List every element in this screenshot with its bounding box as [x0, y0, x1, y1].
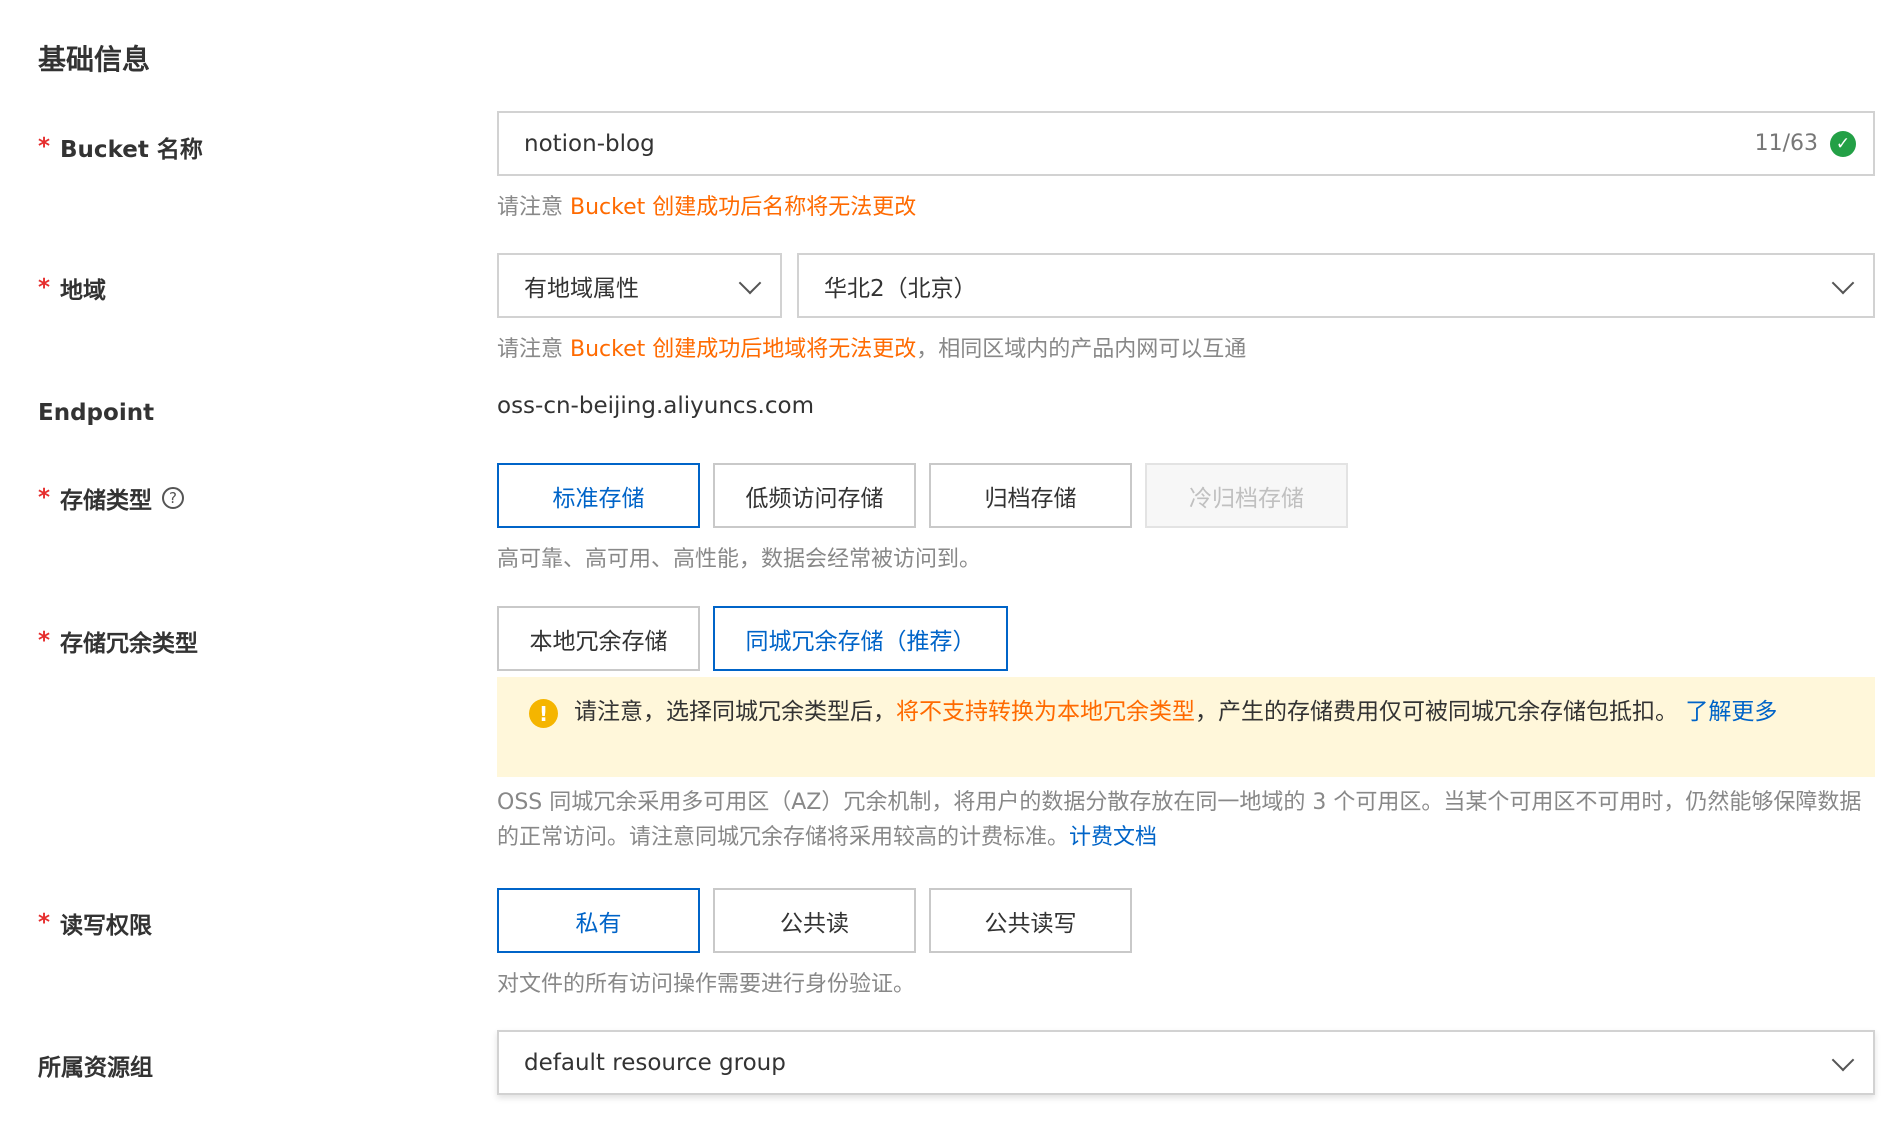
- acl-option-public-read[interactable]: 公共读: [713, 888, 916, 953]
- exclamation-circle-icon: !: [529, 699, 558, 728]
- acl-hint: 对文件的所有访问操作需要进行身份验证。: [497, 972, 916, 997]
- region-label: * 地域: [38, 271, 106, 305]
- storage-class-label: * 存储类型 ?: [38, 481, 185, 515]
- chevron-down-icon: [1831, 271, 1855, 294]
- check-circle-icon: ✓: [1830, 130, 1856, 157]
- bucket-name-label-text: Bucket 名称: [60, 137, 203, 163]
- storage-class-option-archive[interactable]: 归档存储: [929, 463, 1132, 528]
- region-hint-prefix: 请注意: [497, 337, 570, 362]
- redundancy-label-text: 存储冗余类型: [60, 631, 199, 657]
- learn-more-link[interactable]: 了解更多: [1685, 699, 1777, 725]
- chevron-down-icon: [1831, 1048, 1855, 1071]
- redundancy-label: * 存储冗余类型: [38, 624, 198, 658]
- alert-warning: 将不支持转换为本地冗余类型: [896, 699, 1195, 725]
- redundancy-note: OSS 同城冗余采用多可用区（AZ）冗余机制，将用户的数据分散存放在同一地域的 …: [497, 785, 1877, 855]
- endpoint-label-text: Endpoint: [38, 400, 155, 426]
- endpoint-value: oss-cn-beijing.aliyuncs.com: [497, 393, 814, 419]
- region-value: 华北2（北京）: [824, 275, 977, 302]
- acl-label-text: 读写权限: [60, 913, 153, 939]
- acl-label: * 读写权限: [38, 906, 152, 940]
- billing-doc-link[interactable]: 计费文档: [1069, 825, 1157, 850]
- bucket-name-hint-warning: Bucket 创建成功后名称将无法更改: [570, 195, 917, 220]
- storage-class-hint: 高可靠、高可用、高性能，数据会经常被访问到。: [497, 547, 982, 572]
- region-label-text: 地域: [60, 278, 107, 304]
- region-hint-warning: Bucket 创建成功后地域将无法更改: [570, 337, 917, 362]
- region-hint: 请注意 Bucket 创建成功后地域将无法更改，相同区域内的产品内网可以互通: [497, 331, 1246, 363]
- alert-prefix: 请注意，选择同城冗余类型后，: [574, 699, 896, 725]
- storage-class-label-text: 存储类型: [60, 488, 153, 514]
- region-type-value: 有地域属性: [524, 275, 639, 302]
- redundancy-option-zrs[interactable]: 同城冗余存储（推荐）: [713, 606, 1008, 671]
- bucket-name-value: notion-blog: [524, 130, 655, 157]
- redundancy-note-text: OSS 同城冗余采用多可用区（AZ）冗余机制，将用户的数据分散存放在同一地域的 …: [497, 790, 1862, 850]
- help-circle-icon[interactable]: ?: [162, 487, 185, 509]
- region-select[interactable]: 华北2（北京）: [797, 253, 1875, 318]
- resource-group-label: 所属资源组: [38, 1048, 153, 1082]
- acl-option-private[interactable]: 私有: [497, 888, 700, 953]
- storage-class-option-ia[interactable]: 低频访问存储: [713, 463, 916, 528]
- redundancy-alert: ! 请注意，选择同城冗余类型后，将不支持转换为本地冗余类型，产生的存储费用仅可被…: [497, 677, 1875, 777]
- chevron-down-icon: [738, 271, 762, 294]
- required-mark: *: [38, 485, 51, 511]
- endpoint-label: Endpoint: [38, 400, 154, 426]
- resource-group-value: default resource group: [524, 1049, 786, 1076]
- redundancy-option-lrs[interactable]: 本地冗余存储: [497, 606, 700, 671]
- resource-group-select[interactable]: default resource group: [497, 1030, 1875, 1095]
- alert-suffix: ，产生的存储费用仅可被同城冗余存储包抵扣。: [1195, 699, 1678, 725]
- bucket-name-label: * Bucket 名称: [38, 130, 203, 164]
- required-mark: *: [38, 910, 51, 936]
- section-title: 基础信息: [38, 43, 151, 76]
- bucket-name-hint: 请注意 Bucket 创建成功后名称将无法更改: [497, 189, 916, 221]
- region-hint-suffix: ，相同区域内的产品内网可以互通: [916, 337, 1247, 362]
- bucket-name-hint-prefix: 请注意: [497, 195, 570, 220]
- required-mark: *: [38, 628, 51, 654]
- redundancy-alert-text: 请注意，选择同城冗余类型后，将不支持转换为本地冗余类型，产生的存储费用仅可被同城…: [529, 695, 1845, 729]
- required-mark: *: [38, 134, 51, 160]
- resource-group-label-text: 所属资源组: [38, 1055, 153, 1081]
- storage-class-option-cold-archive: 冷归档存储: [1145, 463, 1348, 528]
- bucket-name-counter: 11/63: [1754, 131, 1818, 156]
- bucket-name-input[interactable]: notion-blog 11/63 ✓: [497, 111, 1875, 176]
- acl-option-public-read-write[interactable]: 公共读写: [929, 888, 1132, 953]
- region-type-select[interactable]: 有地域属性: [497, 253, 782, 318]
- required-mark: *: [38, 275, 51, 301]
- storage-class-option-standard[interactable]: 标准存储: [497, 463, 700, 528]
